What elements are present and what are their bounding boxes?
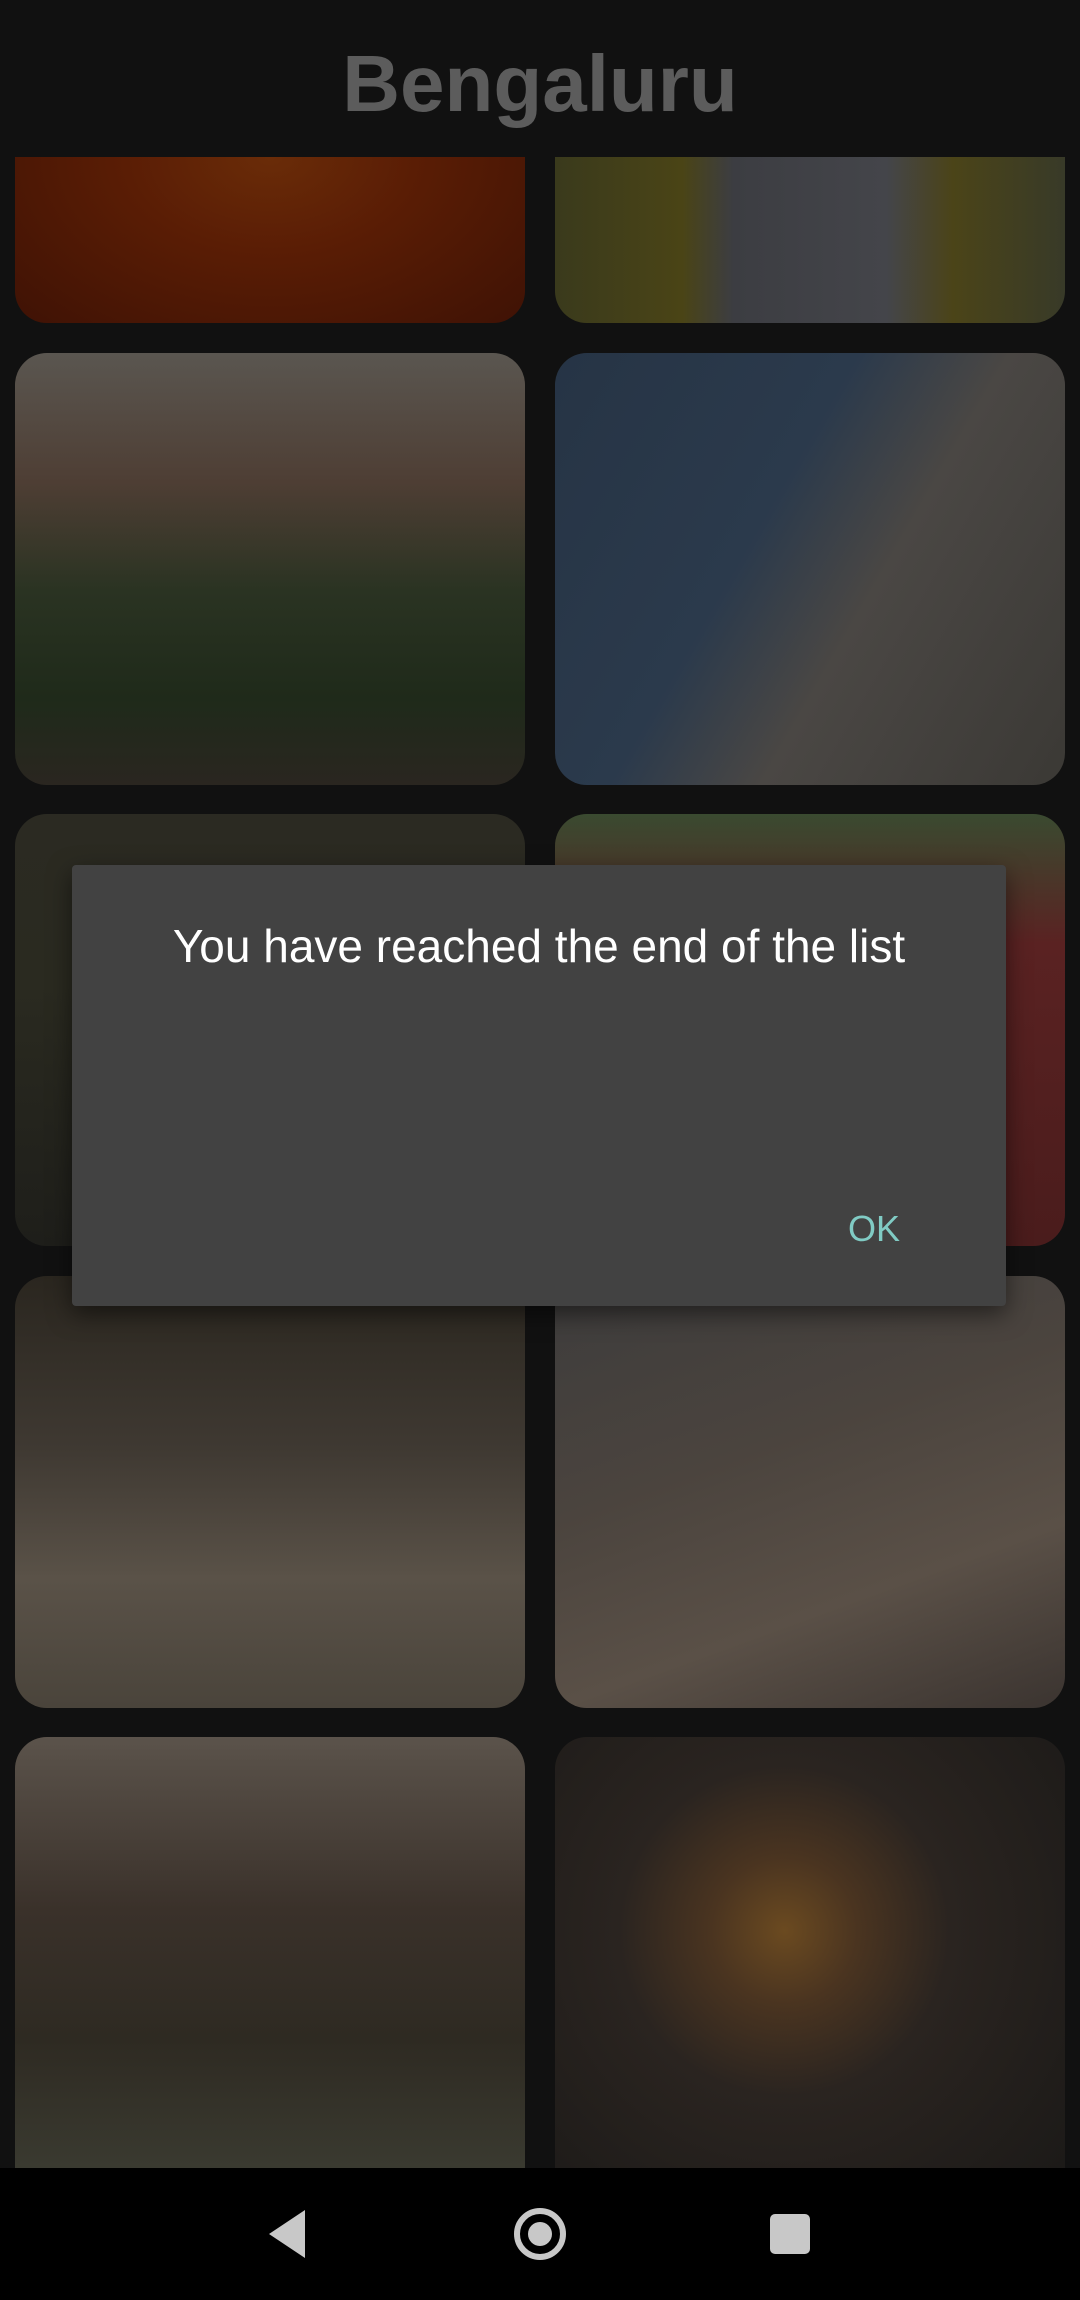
system-nav-bar xyxy=(0,2168,1080,2300)
photo-tile[interactable] xyxy=(555,353,1065,785)
dialog-message: You have reached the end of the list xyxy=(172,920,906,972)
back-icon xyxy=(269,2210,305,2258)
photo-tile[interactable] xyxy=(15,353,525,785)
photo-tile[interactable] xyxy=(15,157,525,323)
recents-button[interactable] xyxy=(760,2204,820,2264)
home-button[interactable] xyxy=(510,2204,570,2264)
photo-tile[interactable] xyxy=(555,1276,1065,1708)
photo-tile[interactable] xyxy=(555,157,1065,323)
recents-icon xyxy=(770,2214,810,2254)
end-of-list-dialog: You have reached the end of the list OK xyxy=(72,865,1006,1306)
photo-tile[interactable] xyxy=(15,1276,525,1708)
back-button[interactable] xyxy=(257,2204,317,2264)
ok-button[interactable]: OK xyxy=(832,1198,916,1260)
photo-tile[interactable] xyxy=(555,1737,1065,2168)
home-icon xyxy=(514,2208,566,2260)
page-title: Bengaluru xyxy=(342,39,738,128)
photo-tile[interactable] xyxy=(15,1737,525,2168)
